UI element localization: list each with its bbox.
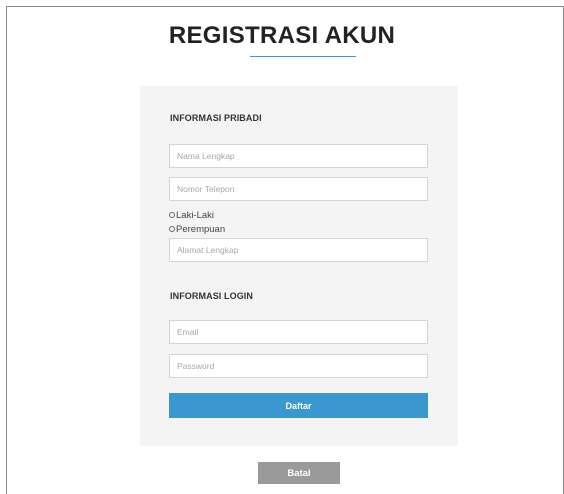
registration-form-panel: INFORMASI PRIBADI Laki-Laki Perempuan IN… bbox=[140, 86, 458, 446]
full-name-input[interactable] bbox=[169, 144, 428, 168]
login-info-heading: INFORMASI LOGIN bbox=[170, 291, 253, 301]
gender-female-label: Perempuan bbox=[176, 223, 226, 235]
title-underline bbox=[250, 56, 356, 57]
page-title: REGISTRASI AKUN bbox=[168, 22, 396, 49]
gender-option-male[interactable]: Laki-Laki bbox=[169, 209, 215, 221]
radio-female[interactable] bbox=[169, 226, 175, 232]
password-input[interactable] bbox=[169, 354, 428, 378]
cancel-button[interactable]: Batal bbox=[258, 462, 340, 484]
radio-male[interactable] bbox=[169, 212, 175, 218]
address-input[interactable] bbox=[169, 238, 428, 262]
gender-option-female[interactable]: Perempuan bbox=[169, 223, 226, 235]
register-button[interactable]: Daftar bbox=[169, 393, 428, 418]
gender-male-label: Laki-Laki bbox=[176, 209, 215, 221]
personal-info-heading: INFORMASI PRIBADI bbox=[170, 113, 262, 123]
email-input[interactable] bbox=[169, 320, 428, 344]
phone-input[interactable] bbox=[169, 177, 428, 201]
